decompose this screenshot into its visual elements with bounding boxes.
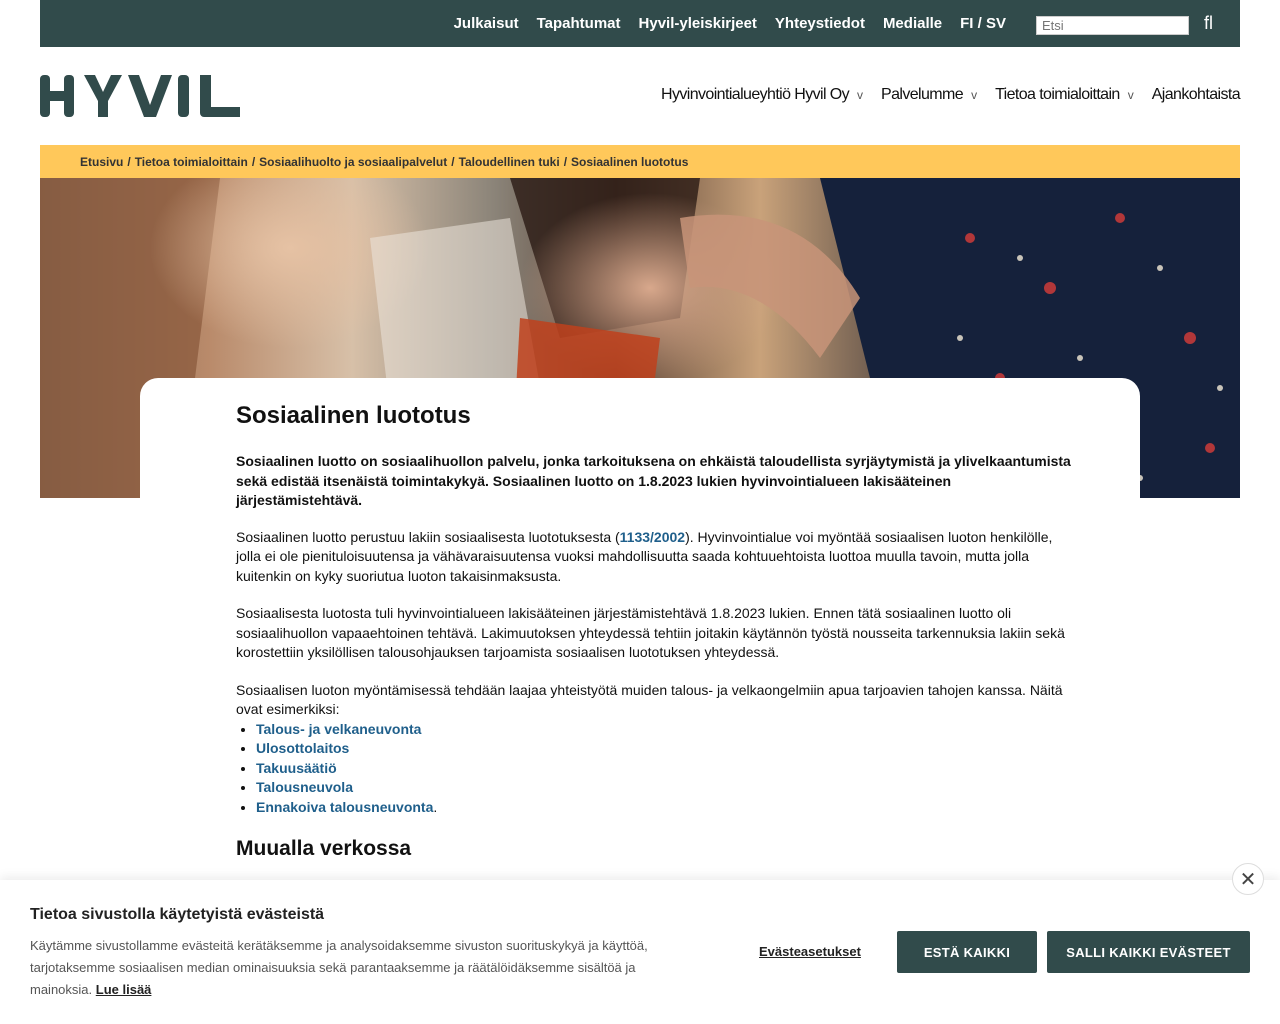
cookie-title: Tietoa sivustolla käytetyistä evästeistä	[30, 906, 325, 923]
read-more-link[interactable]: Lue lisää	[96, 982, 152, 997]
mainnav-label: Ajankohtaista	[1151, 86, 1241, 103]
search-icon[interactable]: fl	[1204, 13, 1213, 34]
link-ennakoiva-talousneuvonta[interactable]: Ennakoiva talousneuvonta	[256, 799, 433, 815]
main-navigation: Hyvinvointialueyhtiö Hyvil Oy v Palvelum…	[661, 86, 1241, 104]
text: Sosiaalinen luotto perustuu lakiin sosia…	[236, 528, 620, 545]
article-paragraph-3: Sosiaalisen luoton myöntämisessä tehdään…	[236, 681, 1063, 718]
partner-list: Talous- ja velkaneuvonta Ulosottolaitos …	[236, 720, 1076, 818]
breadcrumb-etusivu[interactable]: Etusivu	[80, 155, 123, 169]
mainnav-palvelumme[interactable]: Palvelumme v	[881, 86, 977, 104]
mainnav-label: Tietoa toimialoittain	[995, 86, 1120, 103]
list-item: Talousneuvola	[256, 778, 1076, 798]
mainnav-label: Hyvinvointialueyhtiö Hyvil Oy	[661, 86, 850, 103]
breadcrumb-separator: /	[127, 154, 131, 169]
deny-all-button[interactable]: ESTÄ KAIKKI	[897, 931, 1037, 973]
section-heading: Muualla verkossa	[236, 837, 412, 860]
allow-all-button[interactable]: SALLI KAIKKI EVÄSTEET	[1047, 931, 1250, 973]
hyvil-logo[interactable]	[40, 75, 240, 117]
law-link[interactable]: 1133/2002	[620, 529, 685, 545]
language-switch: FI / SV	[960, 15, 1006, 32]
article: Sosiaalinen luototus Sosiaalinen luotto …	[236, 400, 1076, 863]
page-title: Sosiaalinen luototus	[236, 402, 471, 429]
chevron-down-icon: v	[1127, 88, 1134, 102]
breadcrumb-taloudellinen-tuki[interactable]: Taloudellinen tuki	[459, 155, 560, 169]
link-talous-velkaneuvonta[interactable]: Talous- ja velkaneuvonta	[256, 721, 421, 737]
breadcrumb-sosiaalihuolto[interactable]: Sosiaalihuolto ja sosiaalipalvelut	[259, 155, 447, 169]
list-item: Takuusäätiö	[256, 759, 1076, 779]
close-icon[interactable]: ✕	[1232, 863, 1264, 895]
cookie-description: Käytämme sivustollamme evästeitä kerätäk…	[30, 935, 670, 1001]
lang-fi[interactable]: FI	[960, 15, 973, 32]
cookie-settings-link[interactable]: Evästeasetukset	[759, 943, 861, 961]
mainnav-hyvil-oy[interactable]: Hyvinvointialueyhtiö Hyvil Oy v	[661, 86, 863, 104]
utility-nav: Julkaisut Tapahtumat Hyvil-yleiskirjeet …	[454, 0, 1006, 47]
search-input[interactable]	[1036, 16, 1189, 35]
nav-medialle[interactable]: Medialle	[883, 15, 942, 32]
link-ulosottolaitos[interactable]: Ulosottolaitos	[256, 740, 349, 756]
list-item: Ennakoiva talousneuvonta.	[256, 798, 1076, 818]
mainnav-label: Palvelumme	[881, 86, 964, 103]
breadcrumb-separator: /	[251, 154, 256, 169]
chevron-down-icon: v	[857, 88, 864, 102]
article-paragraph-2: Sosiaalisesta luotosta tuli hyvinvointia…	[236, 605, 1065, 660]
text: .	[433, 798, 438, 815]
article-paragraph-1: Sosiaalinen luotto perustuu lakiin sosia…	[236, 528, 1076, 587]
breadcrumb-separator: /	[451, 154, 455, 169]
chevron-down-icon: v	[971, 88, 978, 102]
link-takuusaatio[interactable]: Takuusäätiö	[256, 760, 337, 776]
lang-sv[interactable]: SV	[986, 15, 1006, 32]
list-item: Talous- ja velkaneuvonta	[256, 720, 1076, 740]
mainnav-tietoa-toimialoittain[interactable]: Tietoa toimialoittain v	[995, 86, 1134, 104]
article-lead: Sosiaalinen luotto on sosiaalihuollon pa…	[236, 453, 1071, 508]
nav-julkaisut[interactable]: Julkaisut	[454, 15, 519, 32]
nav-yleiskirjeet[interactable]: Hyvil-yleiskirjeet	[639, 15, 757, 32]
lang-separator: /	[977, 15, 982, 32]
breadcrumb-current: Sosiaalinen luototus	[571, 154, 689, 169]
mainnav-ajankohtaista[interactable]: Ajankohtaista	[1151, 86, 1241, 104]
breadcrumb-tietoa[interactable]: Tietoa toimialoittain	[135, 155, 248, 169]
nav-yhteystiedot[interactable]: Yhteystiedot	[775, 15, 865, 32]
list-item: Ulosottolaitos	[256, 739, 1076, 759]
breadcrumb: Etusivu / Tietoa toimialoittain / Sosiaa…	[40, 145, 1240, 178]
nav-tapahtumat[interactable]: Tapahtumat	[537, 15, 621, 32]
top-utility-bar: Julkaisut Tapahtumat Hyvil-yleiskirjeet …	[40, 0, 1240, 47]
breadcrumb-separator: /	[563, 154, 568, 169]
link-talousneuvola[interactable]: Talousneuvola	[256, 779, 353, 795]
